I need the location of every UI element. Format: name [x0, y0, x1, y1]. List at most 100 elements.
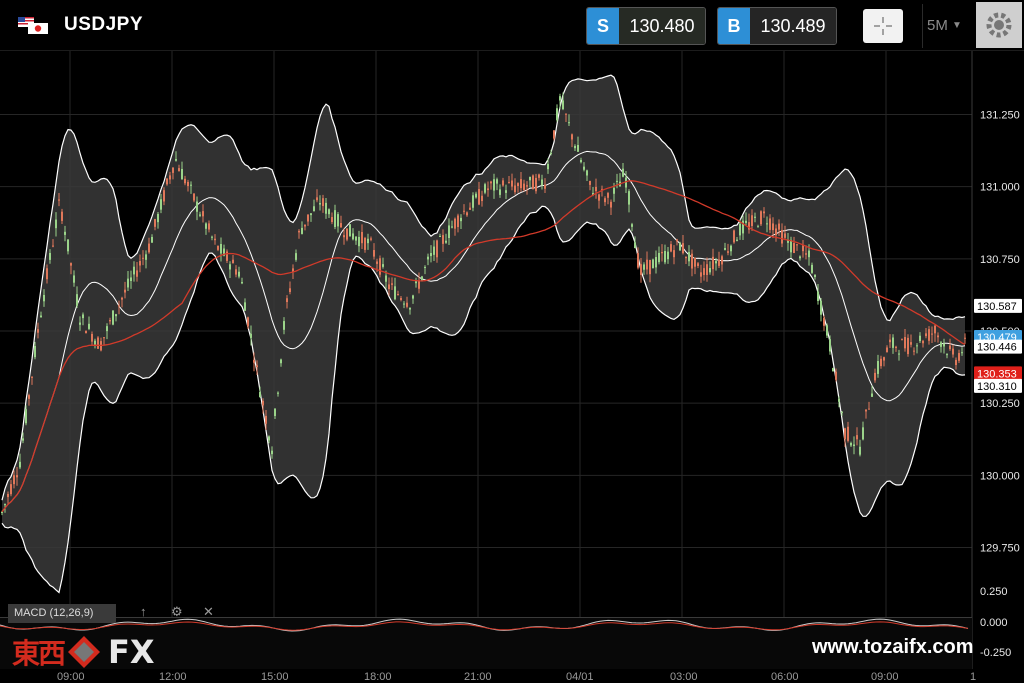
- candle-body: [760, 211, 762, 225]
- buy-quote-button[interactable]: B 130.489: [717, 7, 837, 45]
- sell-quote-button[interactable]: S 130.480: [586, 7, 706, 45]
- indicator-settings-icon[interactable]: ⚙: [171, 604, 183, 620]
- candle-body: [775, 228, 777, 236]
- candle-body: [526, 185, 528, 187]
- candle-body: [241, 282, 243, 284]
- logo-kanji: 東西: [12, 637, 66, 670]
- candle-body: [499, 189, 501, 195]
- candle-body: [883, 357, 885, 361]
- price-tick-label: 130.000: [980, 470, 1020, 482]
- candle-body: [913, 350, 915, 352]
- candle-body: [409, 307, 411, 310]
- candle-body: [13, 475, 15, 485]
- candle-body: [874, 372, 876, 381]
- candle-body: [646, 259, 648, 270]
- candle-body: [865, 409, 867, 412]
- candle-body: [553, 130, 555, 139]
- candle-body: [667, 251, 669, 260]
- candle-body: [838, 398, 840, 402]
- candle-body: [148, 243, 150, 253]
- candle-body: [904, 337, 906, 349]
- candle-body: [298, 230, 300, 233]
- candle-body: [580, 159, 582, 163]
- candle-body: [934, 325, 936, 334]
- candle-body: [781, 230, 783, 244]
- price-tick-label: 131.000: [980, 182, 1020, 194]
- candle-body: [52, 245, 54, 247]
- macd-indicator-label[interactable]: MACD (12,26,9): [8, 604, 116, 623]
- candle-body: [385, 275, 387, 282]
- candle-body: [40, 315, 42, 318]
- candle-body: [1, 511, 3, 514]
- candle-body: [556, 108, 558, 121]
- candle-body: [922, 340, 924, 344]
- candle-body: [721, 256, 723, 265]
- candle-body: [565, 113, 567, 115]
- top-toolbar: USDJPY S 130.480 B 130.489 5M ▼: [0, 0, 1024, 51]
- candle-body: [283, 321, 285, 330]
- candle-body: [673, 250, 675, 258]
- close-icon[interactable]: ✕: [203, 604, 214, 620]
- settings-button[interactable]: [976, 2, 1022, 48]
- candle-body: [250, 333, 252, 338]
- candle-body: [805, 253, 807, 255]
- candle-body: [130, 277, 132, 281]
- candle-body: [595, 186, 597, 192]
- arrow-up-icon[interactable]: ↑: [140, 604, 147, 619]
- candle-body: [691, 253, 693, 269]
- candle-body: [766, 223, 768, 225]
- candle-body: [415, 281, 417, 284]
- candle-body: [799, 256, 801, 259]
- candle-body: [262, 400, 264, 406]
- candle-body: [466, 212, 468, 216]
- candle-body: [907, 337, 909, 355]
- macd-tick-label: -0.250: [980, 647, 1011, 659]
- price-tick-label: 129.750: [980, 542, 1020, 554]
- candle-body: [847, 426, 849, 441]
- candle-body: [649, 259, 651, 275]
- candle-body: [844, 428, 846, 440]
- candle-body: [367, 238, 369, 244]
- candle-body: [424, 266, 426, 268]
- candle-body: [577, 145, 579, 152]
- candle-body: [463, 210, 465, 212]
- candle-body: [265, 415, 267, 424]
- candle-body: [406, 302, 408, 307]
- candle-body: [484, 184, 486, 193]
- candle-body: [301, 227, 303, 234]
- candle-body: [172, 167, 174, 173]
- candle-body: [67, 239, 69, 252]
- candle-body: [139, 260, 141, 266]
- timeframe-selector[interactable]: 5M ▼: [927, 17, 962, 34]
- candle-body: [319, 203, 321, 205]
- price-chart[interactable]: 131.250131.000130.750130.500130.250130.0…: [0, 51, 1024, 683]
- candle-body: [820, 300, 822, 315]
- candle-body: [343, 235, 345, 238]
- candle-body: [34, 345, 36, 358]
- candle-body: [235, 269, 237, 275]
- candle-body: [868, 408, 870, 410]
- candle-body: [706, 264, 708, 275]
- candle-body: [598, 194, 600, 201]
- candle-body: [295, 253, 297, 260]
- candle-body: [271, 450, 273, 455]
- candle-body: [436, 240, 438, 258]
- candle-body: [727, 251, 729, 253]
- gear-icon: [986, 12, 1012, 38]
- candle-body: [19, 461, 21, 468]
- macd-tick-label: 0.250: [980, 586, 1008, 598]
- candle-body: [817, 291, 819, 301]
- candle-body: [892, 337, 894, 348]
- candle-body: [496, 179, 498, 184]
- candle-body: [802, 245, 804, 252]
- candle-body: [754, 216, 756, 218]
- candle-body: [964, 337, 966, 339]
- instrument-symbol[interactable]: USDJPY: [64, 14, 143, 36]
- candle-body: [454, 218, 456, 229]
- candle-body: [145, 254, 147, 260]
- candle-body: [316, 197, 318, 201]
- crosshair-button[interactable]: [863, 9, 903, 43]
- candle-body: [229, 264, 231, 270]
- candle-body: [4, 504, 6, 506]
- candle-body: [778, 223, 780, 230]
